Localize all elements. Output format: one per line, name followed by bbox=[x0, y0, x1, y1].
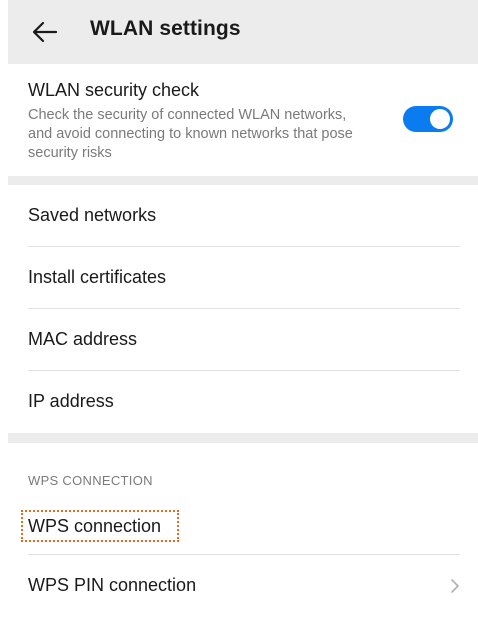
page-title: WLAN settings bbox=[90, 17, 241, 40]
back-button[interactable] bbox=[30, 18, 60, 46]
wps-section-title: WPS CONNECTION bbox=[28, 473, 153, 488]
wps-section-header: WPS CONNECTION bbox=[8, 443, 478, 499]
install-certificates-label: Install certificates bbox=[28, 267, 167, 287]
app-header: WLAN settings bbox=[8, 0, 478, 64]
saved-networks-label: Saved networks bbox=[28, 205, 157, 225]
security-check-title: WLAN security check bbox=[28, 80, 200, 100]
security-check-row[interactable]: WLAN security check Check the security o… bbox=[8, 64, 478, 176]
toggle-knob bbox=[430, 109, 450, 129]
wlan-settings-screen: WLAN settings WLAN security check Check … bbox=[0, 0, 478, 631]
wps-pin-connection-label: WPS PIN connection bbox=[28, 575, 197, 595]
security-check-description: Check the security of connected WLAN net… bbox=[28, 107, 353, 161]
wps-pin-connection-item[interactable]: WPS PIN connection bbox=[8, 555, 478, 617]
wps-connection-label: WPS connection bbox=[28, 516, 162, 536]
ip-address-label: IP address bbox=[28, 391, 114, 411]
section-separator bbox=[8, 176, 478, 185]
back-arrow-icon bbox=[32, 21, 58, 43]
security-check-toggle[interactable] bbox=[403, 106, 453, 132]
mac-address-label: MAC address bbox=[28, 329, 138, 349]
saved-networks-item[interactable]: Saved networks bbox=[8, 185, 478, 247]
chevron-right-icon bbox=[451, 579, 459, 593]
mac-address-item[interactable]: MAC address bbox=[8, 309, 478, 371]
ip-address-item[interactable]: IP address bbox=[8, 371, 478, 433]
network-settings-group: Saved networks Install certificates MAC … bbox=[8, 185, 478, 433]
wps-group: WPS CONNECTION WPS connection WPS PIN co… bbox=[8, 443, 478, 631]
section-separator bbox=[8, 433, 478, 443]
wps-connection-item[interactable]: WPS connection bbox=[8, 499, 478, 555]
install-certificates-item[interactable]: Install certificates bbox=[8, 247, 478, 309]
